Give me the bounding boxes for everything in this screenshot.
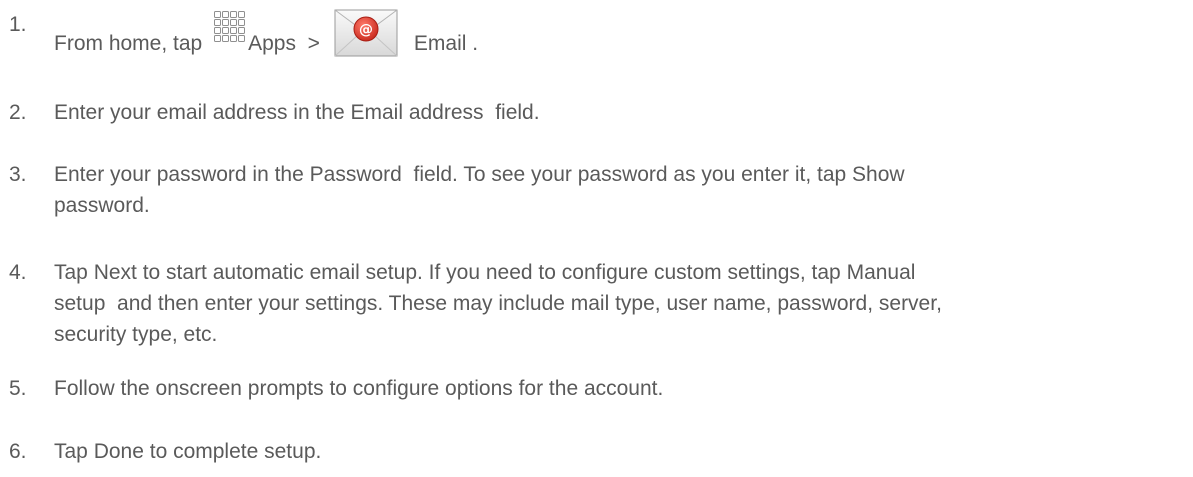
apps-grid-icon[interactable] — [213, 11, 246, 57]
step-text-line-2: password. — [54, 194, 150, 217]
step-separator: > — [307, 32, 320, 55]
apps-label: Apps — [248, 32, 296, 55]
email-label: Email — [413, 32, 467, 55]
step-text-line-1: Enter your password in the Password fiel… — [54, 163, 905, 186]
step-number: 5. — [9, 377, 27, 400]
step-text-line-2: setup and then enter your settings. Thes… — [54, 292, 942, 315]
step-6: 6. Tap Done to complete setup. — [9, 436, 1189, 467]
step-text: Tap Done to complete setup. — [54, 440, 322, 463]
step-3: 3. Enter your password in the Password f… — [9, 159, 1189, 221]
step-text-line-3: security type, etc. — [54, 323, 218, 346]
step-4: 4. Tap Next to start automatic email set… — [9, 257, 1189, 350]
step-number: 4. — [9, 261, 27, 284]
step-text-before-apps: From home, tap — [54, 32, 203, 55]
step-text: Follow the onscreen prompts to configure… — [54, 377, 664, 400]
step-1: 1. From home, tap Apps > @ Email . — [9, 9, 1189, 59]
svg-text:@: @ — [359, 22, 373, 38]
step-trailing: . — [472, 32, 479, 55]
email-envelope-icon[interactable]: @ — [334, 9, 398, 57]
step-number: 3. — [9, 163, 27, 186]
step-number: 6. — [9, 440, 27, 463]
step-text: Enter your email address in the Email ad… — [54, 101, 540, 124]
step-2: 2. Enter your email address in the Email… — [9, 97, 1189, 128]
step-text-line-1: Tap Next to start automatic email setup.… — [54, 261, 916, 284]
step-number: 1. — [9, 13, 27, 36]
step-5: 5. Follow the onscreen prompts to config… — [9, 373, 1189, 404]
step-number: 2. — [9, 101, 27, 124]
step-text: From home, tap Apps > @ Email . — [54, 9, 1189, 59]
